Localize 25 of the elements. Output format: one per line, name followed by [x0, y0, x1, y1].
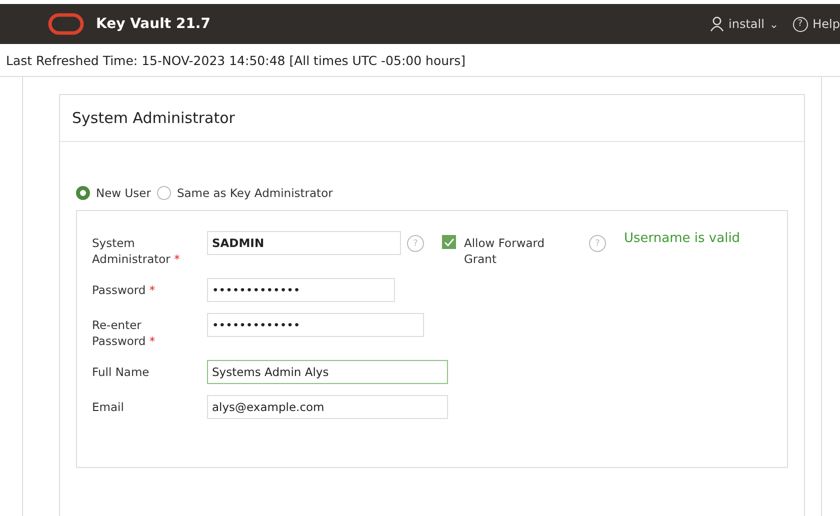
- field-label: System Administrator *: [92, 235, 181, 267]
- checkbox[interactable]: [442, 235, 456, 249]
- field-label: Full Name: [92, 364, 150, 380]
- input-field[interactable]: •••••••••••••: [207, 313, 424, 337]
- radio-option[interactable]: Same as Key Administrator: [156, 186, 333, 200]
- radio-button[interactable]: [76, 186, 90, 200]
- input-field[interactable]: SADMIN: [207, 231, 401, 255]
- user-menu[interactable]: install ⌄: [710, 16, 779, 32]
- radio-option[interactable]: New User: [76, 186, 151, 200]
- field-label: Re-enter Password *: [92, 317, 156, 349]
- card-title: System Administrator: [72, 109, 235, 127]
- input-field[interactable]: Systems Admin Alys: [207, 360, 448, 384]
- refresh-time: Last Refreshed Time: 15-NOV-2023 14:50:48 [All times UTC -05:00 hours]: [6, 52, 466, 68]
- user-icon: [710, 16, 724, 32]
- input-field[interactable]: alys@example.com: [207, 395, 448, 419]
- app-title: Key Vault 21.7: [96, 16, 210, 32]
- field-label: Email: [92, 399, 125, 415]
- validation-message: Username is valid: [624, 231, 740, 246]
- logo-icon: [48, 13, 84, 35]
- radio-button[interactable]: [156, 186, 171, 200]
- check-icon: [443, 236, 455, 248]
- field-label: Password *: [92, 282, 156, 298]
- help-button[interactable]: ? Help: [792, 16, 840, 32]
- checkbox-option[interactable]: Allow Forward Grant: [442, 231, 549, 267]
- input-field[interactable]: •••••••••••••: [207, 278, 395, 302]
